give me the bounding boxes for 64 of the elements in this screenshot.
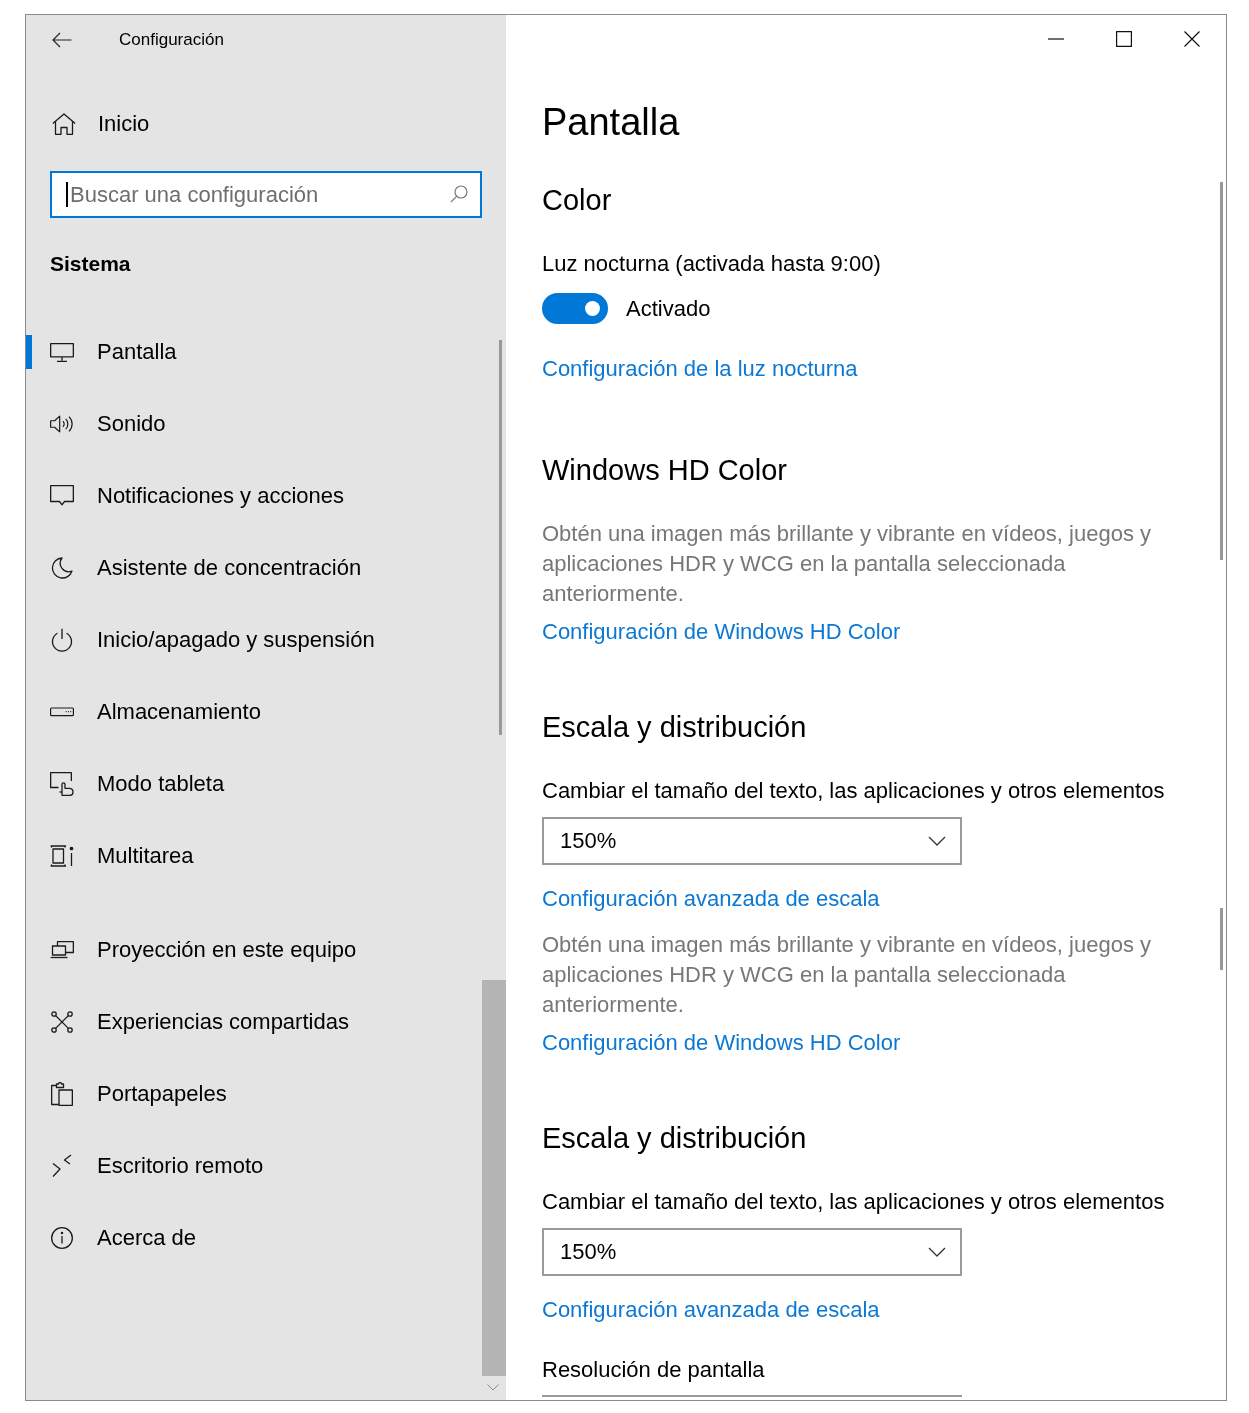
monitor-icon	[50, 342, 74, 362]
sidebar-item[interactable]: Multitarea	[26, 839, 482, 873]
scrollbar-thumb[interactable]	[1220, 908, 1223, 970]
home-icon	[52, 113, 76, 135]
moon-icon	[51, 557, 73, 579]
sidebar-heading: Sistema	[49, 251, 132, 277]
minimize-icon	[1048, 38, 1064, 40]
section-heading: Escala y distribución	[542, 710, 808, 745]
sidebar-item[interactable]: Proyección en este equipo	[26, 933, 482, 967]
description-text: Obtén una imagen más brillante y vibrante en vídeos, juegos y aplicaciones HDR y WCG en la pantalla seleccionada anteriormente.	[542, 931, 1153, 1019]
scrollbar-thumb[interactable]	[482, 980, 506, 1376]
connected-nodes-icon	[51, 1011, 73, 1033]
speech-bubble-icon	[50, 485, 74, 507]
settings-link[interactable]: Configuración de Windows HD Color	[542, 1028, 901, 1058]
sidebar-item[interactable]: Experiencias compartidas	[26, 1005, 482, 1039]
window-layout-icon	[50, 845, 74, 867]
sidebar-item[interactable]: Modo tableta	[26, 767, 482, 801]
scrollbar-thumb[interactable]	[1220, 182, 1223, 560]
info-icon	[51, 1227, 73, 1249]
clipboard-icon	[51, 1082, 73, 1106]
screen-hand-icon	[50, 772, 74, 796]
setting-label: Cambiar el tamaño del texto, las aplicaciones y otros elementos	[542, 1188, 1166, 1216]
setting-label: Luz nocturna (activada hasta 9:00)	[542, 250, 882, 278]
sidebar-item[interactable]: Portapapeles	[26, 1077, 482, 1111]
chevron-down-icon	[928, 836, 946, 846]
speaker-icon	[50, 414, 74, 434]
sidebar-item[interactable]: Inicio/apagado y suspensión	[26, 623, 482, 657]
dropdown[interactable]: 150%	[542, 1228, 962, 1276]
sidebar-item[interactable]: Almacenamiento	[26, 695, 482, 729]
laptop-monitor-icon	[50, 941, 74, 959]
settings-link[interactable]: Configuración avanzada de escala	[542, 1295, 880, 1325]
text-cursor-icon	[66, 182, 68, 207]
home-nav-item[interactable]: Inicio	[26, 100, 482, 148]
window-title: Configuración	[119, 29, 224, 50]
section-heading: Windows HD Color	[542, 453, 788, 488]
sidebar-item[interactable]: Asistente de concentración	[26, 551, 482, 585]
section-heading: Escala y distribución	[542, 1121, 808, 1156]
sidebar-item[interactable]: Sonido	[26, 407, 482, 441]
toggle-switch[interactable]	[542, 293, 608, 324]
search-icon	[450, 185, 468, 203]
storage-drive-icon	[50, 707, 74, 717]
sidebar-item[interactable]: Notificaciones y acciones	[26, 479, 482, 513]
search-field[interactable]: Buscar una configuración	[50, 171, 482, 218]
close-icon	[1184, 31, 1200, 47]
chevron-down-icon	[487, 1384, 499, 1391]
chevrons-icon	[52, 1154, 72, 1178]
sidebar-item[interactable]: Escritorio remoto	[26, 1149, 482, 1183]
dropdown[interactable]: 150%	[542, 817, 962, 865]
settings-link[interactable]: Configuración de Windows HD Color	[542, 617, 901, 647]
maximize-icon	[1116, 31, 1132, 47]
description-text: Obtén una imagen más brillante y vibrante en vídeos, juegos y aplicaciones HDR y WCG en la pantalla seleccionada anteriormente.	[542, 520, 1153, 608]
sidebar-item[interactable]: Pantalla	[26, 335, 482, 369]
sidebar-item[interactable]: Acerca de	[26, 1221, 482, 1255]
scrollbar-thumb[interactable]	[499, 340, 502, 735]
toggle-label: Activado	[626, 295, 711, 322]
section-heading: Color	[542, 183, 613, 218]
back-arrow-icon	[52, 31, 72, 48]
page-title: Pantalla	[542, 100, 681, 145]
setting-label: Resolución de pantalla	[542, 1356, 766, 1384]
setting-label: Cambiar el tamaño del texto, las aplicaciones y otros elementos	[542, 777, 1166, 805]
settings-link[interactable]: Configuración avanzada de escala	[542, 884, 880, 914]
power-icon	[51, 628, 73, 652]
chevron-down-icon	[928, 1247, 946, 1257]
settings-link[interactable]: Configuración de la luz nocturna	[542, 354, 858, 384]
